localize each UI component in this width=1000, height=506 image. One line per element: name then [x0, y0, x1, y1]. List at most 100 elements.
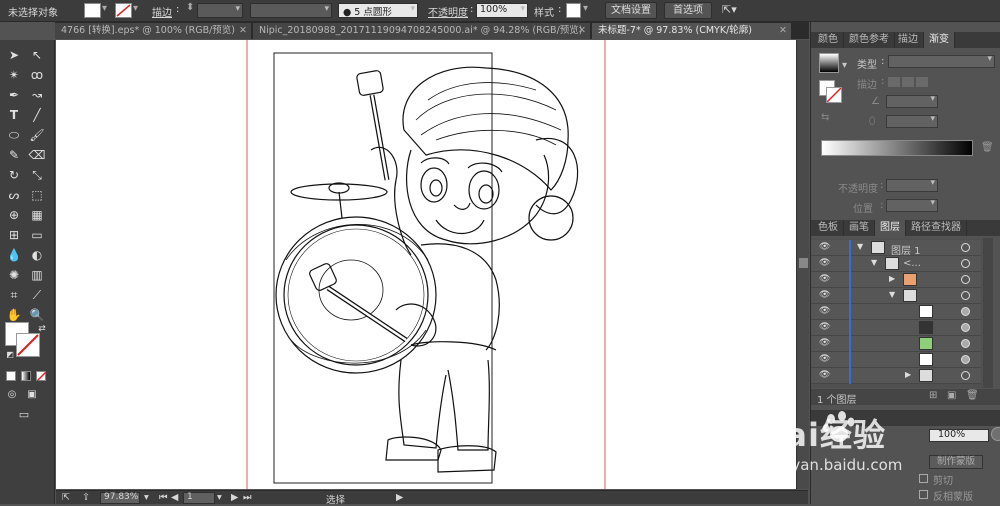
shape-builder-icon[interactable]: ⊕ [4, 206, 24, 225]
layer-row[interactable]: 👁 ▶ [811, 272, 981, 288]
transparency-knob[interactable] [991, 427, 1000, 441]
fill-swatch[interactable] [84, 3, 101, 18]
document-setup-button[interactable]: 文档设置 [605, 2, 657, 19]
eye-icon[interactable]: 👁 [819, 354, 830, 364]
tab-document-2[interactable]: Nipic_20180988_20171119094708245000.ai* … [253, 23, 591, 39]
artboard-tool-icon[interactable]: ⌗ [4, 286, 24, 305]
tab-stroke[interactable]: 描边 [893, 32, 924, 48]
preferences-button[interactable]: 首选项 [664, 2, 712, 19]
layer-name[interactable]: <... [903, 258, 921, 269]
draw-mode-icon[interactable]: ◎ [2, 385, 22, 404]
page-input[interactable]: 1 [183, 492, 215, 504]
magic-wand-icon[interactable]: ✴ [4, 66, 24, 85]
close-icon[interactable]: ✕ [578, 23, 586, 39]
style-swatch[interactable] [566, 3, 581, 18]
next-page-icon[interactable]: ▶ [231, 492, 238, 503]
layer-row[interactable]: 👁 ▼ <... [811, 256, 981, 272]
target-circle-icon[interactable] [961, 307, 970, 316]
target-circle-icon[interactable] [961, 275, 970, 284]
warp-tool-icon[interactable]: ᔕ [4, 186, 24, 205]
new-sublayer-icon[interactable]: ▣ [947, 390, 956, 401]
tab-brushes[interactable]: 画笔 [844, 220, 875, 236]
blend-tool-icon[interactable]: ◐ [27, 246, 47, 265]
target-circle-icon[interactable] [961, 371, 970, 380]
gradient-mode-icon[interactable] [21, 371, 31, 381]
layer-row[interactable]: 👁 ▼ 图层 1 [811, 240, 981, 257]
draw-inside-icon[interactable]: ▣ [22, 385, 42, 404]
eye-icon[interactable]: 👁 [819, 322, 830, 332]
layer-row[interactable]: 👁 [811, 304, 981, 320]
tab-gradient[interactable]: 渐变 [924, 32, 955, 48]
gradient-opacity-input[interactable] [886, 178, 938, 192]
angle-input[interactable] [886, 94, 938, 108]
layer-row[interactable]: 👁 [811, 320, 981, 336]
make-mask-button[interactable]: 制作蒙版 [929, 455, 983, 469]
status-arrow-icon[interactable]: ▶ [396, 492, 403, 503]
stroke-dropdown-icon[interactable]: ▾ [133, 3, 138, 14]
eye-icon[interactable]: 👁 [819, 370, 830, 380]
drummer-boy-outline[interactable] [275, 66, 579, 473]
aspect-ratio-input[interactable] [886, 114, 938, 128]
reverse-gradient-icon[interactable]: ⇆ [821, 112, 829, 123]
pencil-tool-icon[interactable]: ✎ [4, 146, 24, 165]
stroke-weight-stepper[interactable]: ⬍ [186, 2, 194, 13]
stroke-label[interactable]: 描边 [152, 4, 172, 19]
tab-swatches[interactable]: 色板 [813, 220, 844, 236]
scale-tool-icon[interactable]: ⤡ [27, 166, 47, 185]
gradient-position-input[interactable] [886, 198, 938, 212]
zoom-dropdown-icon[interactable]: ▾ [144, 492, 149, 503]
layer-row[interactable]: 👁 ▼ [811, 288, 981, 304]
gradient-preview-dropdown-icon[interactable]: ▾ [842, 60, 847, 71]
opacity-input[interactable]: 100% [476, 3, 528, 18]
tab-color-guide[interactable]: 颜色参考 [844, 32, 895, 48]
eye-icon[interactable]: 👁 [819, 274, 830, 284]
tab-document-3[interactable]: 未标题-7* @ 97.83% (CMYK/轮廓) ✕ [592, 23, 792, 39]
pen-tool-icon[interactable]: ✒ [4, 86, 24, 105]
eraser-icon[interactable]: ⌫ [27, 146, 47, 165]
close-icon[interactable]: ✕ [239, 23, 247, 39]
curvature-tool-icon[interactable]: ↝ [27, 86, 47, 105]
last-page-icon[interactable]: ⏭ [243, 492, 252, 503]
gradient-stroke-box[interactable] [826, 87, 842, 103]
target-circle-icon[interactable] [961, 339, 970, 348]
vertical-scrollbar[interactable] [796, 40, 809, 489]
new-layer-icon[interactable]: ⊞ [929, 390, 937, 401]
variable-width-dropdown[interactable] [250, 3, 332, 18]
eye-icon[interactable]: 👁 [819, 290, 830, 300]
gradient-tool-icon[interactable]: ▭ [27, 226, 47, 245]
invert-mask-checkbox[interactable] [919, 490, 928, 499]
style-dropdown-icon[interactable]: ▾ [583, 3, 588, 14]
fill-dropdown-icon[interactable]: ▾ [102, 3, 107, 14]
gradient-slider[interactable] [821, 140, 973, 156]
stroke-weight-dropdown[interactable] [197, 3, 243, 18]
expand-arrow-icon[interactable]: ▼ [871, 258, 877, 267]
transparency-opacity-input[interactable]: 100% [929, 429, 989, 442]
canvas-area[interactable] [56, 40, 796, 489]
eyedropper-icon[interactable]: 💧 [4, 246, 24, 265]
ellipse-tool-icon[interactable]: ⬭ [4, 126, 24, 145]
stroke-swatch[interactable] [115, 3, 132, 18]
scroll-thumb[interactable] [799, 258, 808, 268]
free-transform-icon[interactable]: ⬚ [27, 186, 47, 205]
eye-icon[interactable]: 👁 [819, 338, 830, 348]
gradient-type-dropdown[interactable] [888, 54, 995, 68]
rotate-tool-icon[interactable]: ↻ [4, 166, 24, 185]
layer-row[interactable]: 👁 ▶ [811, 368, 981, 384]
expand-arrow-icon[interactable]: ▶ [889, 274, 895, 283]
close-icon[interactable]: ✕ [779, 23, 787, 39]
delete-stop-icon[interactable]: 🗑 [981, 142, 994, 153]
default-colors-icon[interactable]: ◩ [0, 345, 20, 364]
tab-color[interactable]: 颜色 [813, 32, 844, 48]
none-mode-icon[interactable] [36, 371, 47, 382]
color-mode-icon[interactable] [6, 371, 16, 381]
stroke-option-1[interactable] [888, 77, 900, 87]
gradient-preview[interactable] [819, 53, 839, 73]
eye-icon[interactable]: 👁 [819, 306, 830, 316]
arrange-icon[interactable]: ⇱▾ [722, 3, 737, 16]
tab-layers[interactable]: 图层 [875, 220, 906, 236]
first-page-icon[interactable]: ⏮ [159, 492, 168, 503]
expand-arrow-icon[interactable]: ▼ [857, 242, 863, 251]
eye-icon[interactable]: 👁 [819, 258, 830, 268]
page-dropdown-icon[interactable]: ▾ [217, 492, 222, 503]
eye-icon[interactable]: 👁 [819, 242, 830, 252]
